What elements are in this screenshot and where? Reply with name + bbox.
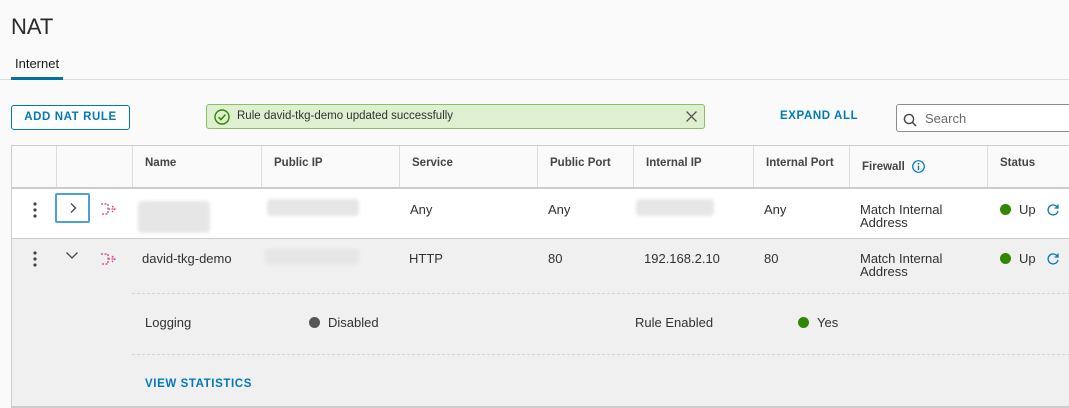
alert-message: Rule david-tkg-demo updated successfully <box>237 110 454 122</box>
info-circle-icon[interactable] <box>912 160 925 173</box>
nat-rule-icon <box>101 253 116 265</box>
grid-header: Name Public IP Service Public Port Inter… <box>12 146 1069 189</box>
close-icon[interactable] <box>685 110 698 123</box>
logging-value: Disabled <box>309 316 379 329</box>
tab-bar: Internet <box>0 52 1069 80</box>
tab-internet[interactable]: Internet <box>11 56 64 80</box>
search-icon <box>903 113 917 127</box>
rule-enabled-value: Yes <box>798 316 838 329</box>
firewall-cell: Match Internal Address <box>860 202 943 230</box>
status-disabled-dot <box>309 317 320 328</box>
table-row-expanded: david-tkg-demo HTTP 80 192.168.2.10 80 M… <box>12 239 1069 407</box>
table-row: Any Any Any Match Internal Address Up <box>12 189 1069 239</box>
public-port-cell: 80 <box>548 251 563 266</box>
header-service[interactable]: Service <box>399 146 537 187</box>
collapse-row-button[interactable] <box>64 247 80 263</box>
internal-port-cell: 80 <box>764 251 779 266</box>
header-public-port[interactable]: Public Port <box>537 146 633 187</box>
internal-port-cell: Any <box>764 202 787 217</box>
detail-divider <box>132 293 1069 294</box>
header-internal-ip[interactable]: Internal IP <box>633 146 753 187</box>
status-cell: Up <box>1000 203 1036 216</box>
redacted-public-ip <box>267 199 359 216</box>
header-public-ip[interactable]: Public IP <box>261 146 399 187</box>
header-name[interactable]: Name <box>132 146 261 187</box>
header-expander <box>56 146 132 187</box>
search-box[interactable] <box>896 104 1069 132</box>
redacted-public-ip <box>265 249 359 265</box>
check-circle-icon <box>214 109 230 125</box>
nat-rule-icon <box>101 203 116 215</box>
status-enabled-dot <box>798 317 809 328</box>
search-input[interactable] <box>925 109 1065 127</box>
view-statistics-link[interactable]: VIEW STATISTICS <box>145 378 252 390</box>
rule-enabled-label: Rule Enabled <box>635 315 714 330</box>
service-cell: Any <box>410 202 433 217</box>
kebab-icon[interactable] <box>30 250 40 268</box>
refresh-icon[interactable] <box>1046 252 1060 266</box>
status-cell: Up <box>1000 252 1036 265</box>
header-actions <box>12 146 56 187</box>
header-internal-port[interactable]: Internal Port <box>753 146 849 187</box>
status-up-dot <box>1000 204 1011 215</box>
status-label: Up <box>1019 202 1036 217</box>
service-cell: HTTP <box>409 251 443 266</box>
redacted-name <box>138 201 210 233</box>
name-cell: david-tkg-demo <box>142 251 232 266</box>
grid-bottom-border <box>12 406 1069 407</box>
refresh-icon[interactable] <box>1046 203 1060 217</box>
status-label: Up <box>1019 251 1036 266</box>
status-up-dot <box>1000 253 1011 264</box>
redacted-internal-ip <box>636 199 714 216</box>
header-firewall[interactable]: Firewall <box>849 146 987 187</box>
chevron-right-icon <box>70 203 77 213</box>
rule-enabled-value-text: Yes <box>817 315 839 330</box>
page-title: NAT <box>11 14 54 39</box>
nat-rules-grid: Name Public IP Service Public Port Inter… <box>11 145 1069 408</box>
success-alert: Rule david-tkg-demo updated successfully <box>206 104 705 129</box>
add-nat-rule-button[interactable]: ADD NAT RULE <box>11 105 130 130</box>
logging-value-text: Disabled <box>328 315 379 330</box>
firewall-cell: Match Internal Address <box>860 251 943 279</box>
internal-ip-cell: 192.168.2.10 <box>644 251 720 266</box>
logging-label: Logging <box>145 315 192 330</box>
header-status[interactable]: Status <box>987 146 1069 187</box>
public-port-cell: Any <box>548 202 571 217</box>
detail-divider <box>132 354 1069 355</box>
chevron-down-icon <box>66 252 78 259</box>
expand-all-link[interactable]: EXPAND ALL <box>780 110 858 122</box>
header-firewall-label: Firewall <box>862 161 905 173</box>
kebab-icon[interactable] <box>30 201 40 219</box>
expand-row-button[interactable] <box>55 193 90 223</box>
